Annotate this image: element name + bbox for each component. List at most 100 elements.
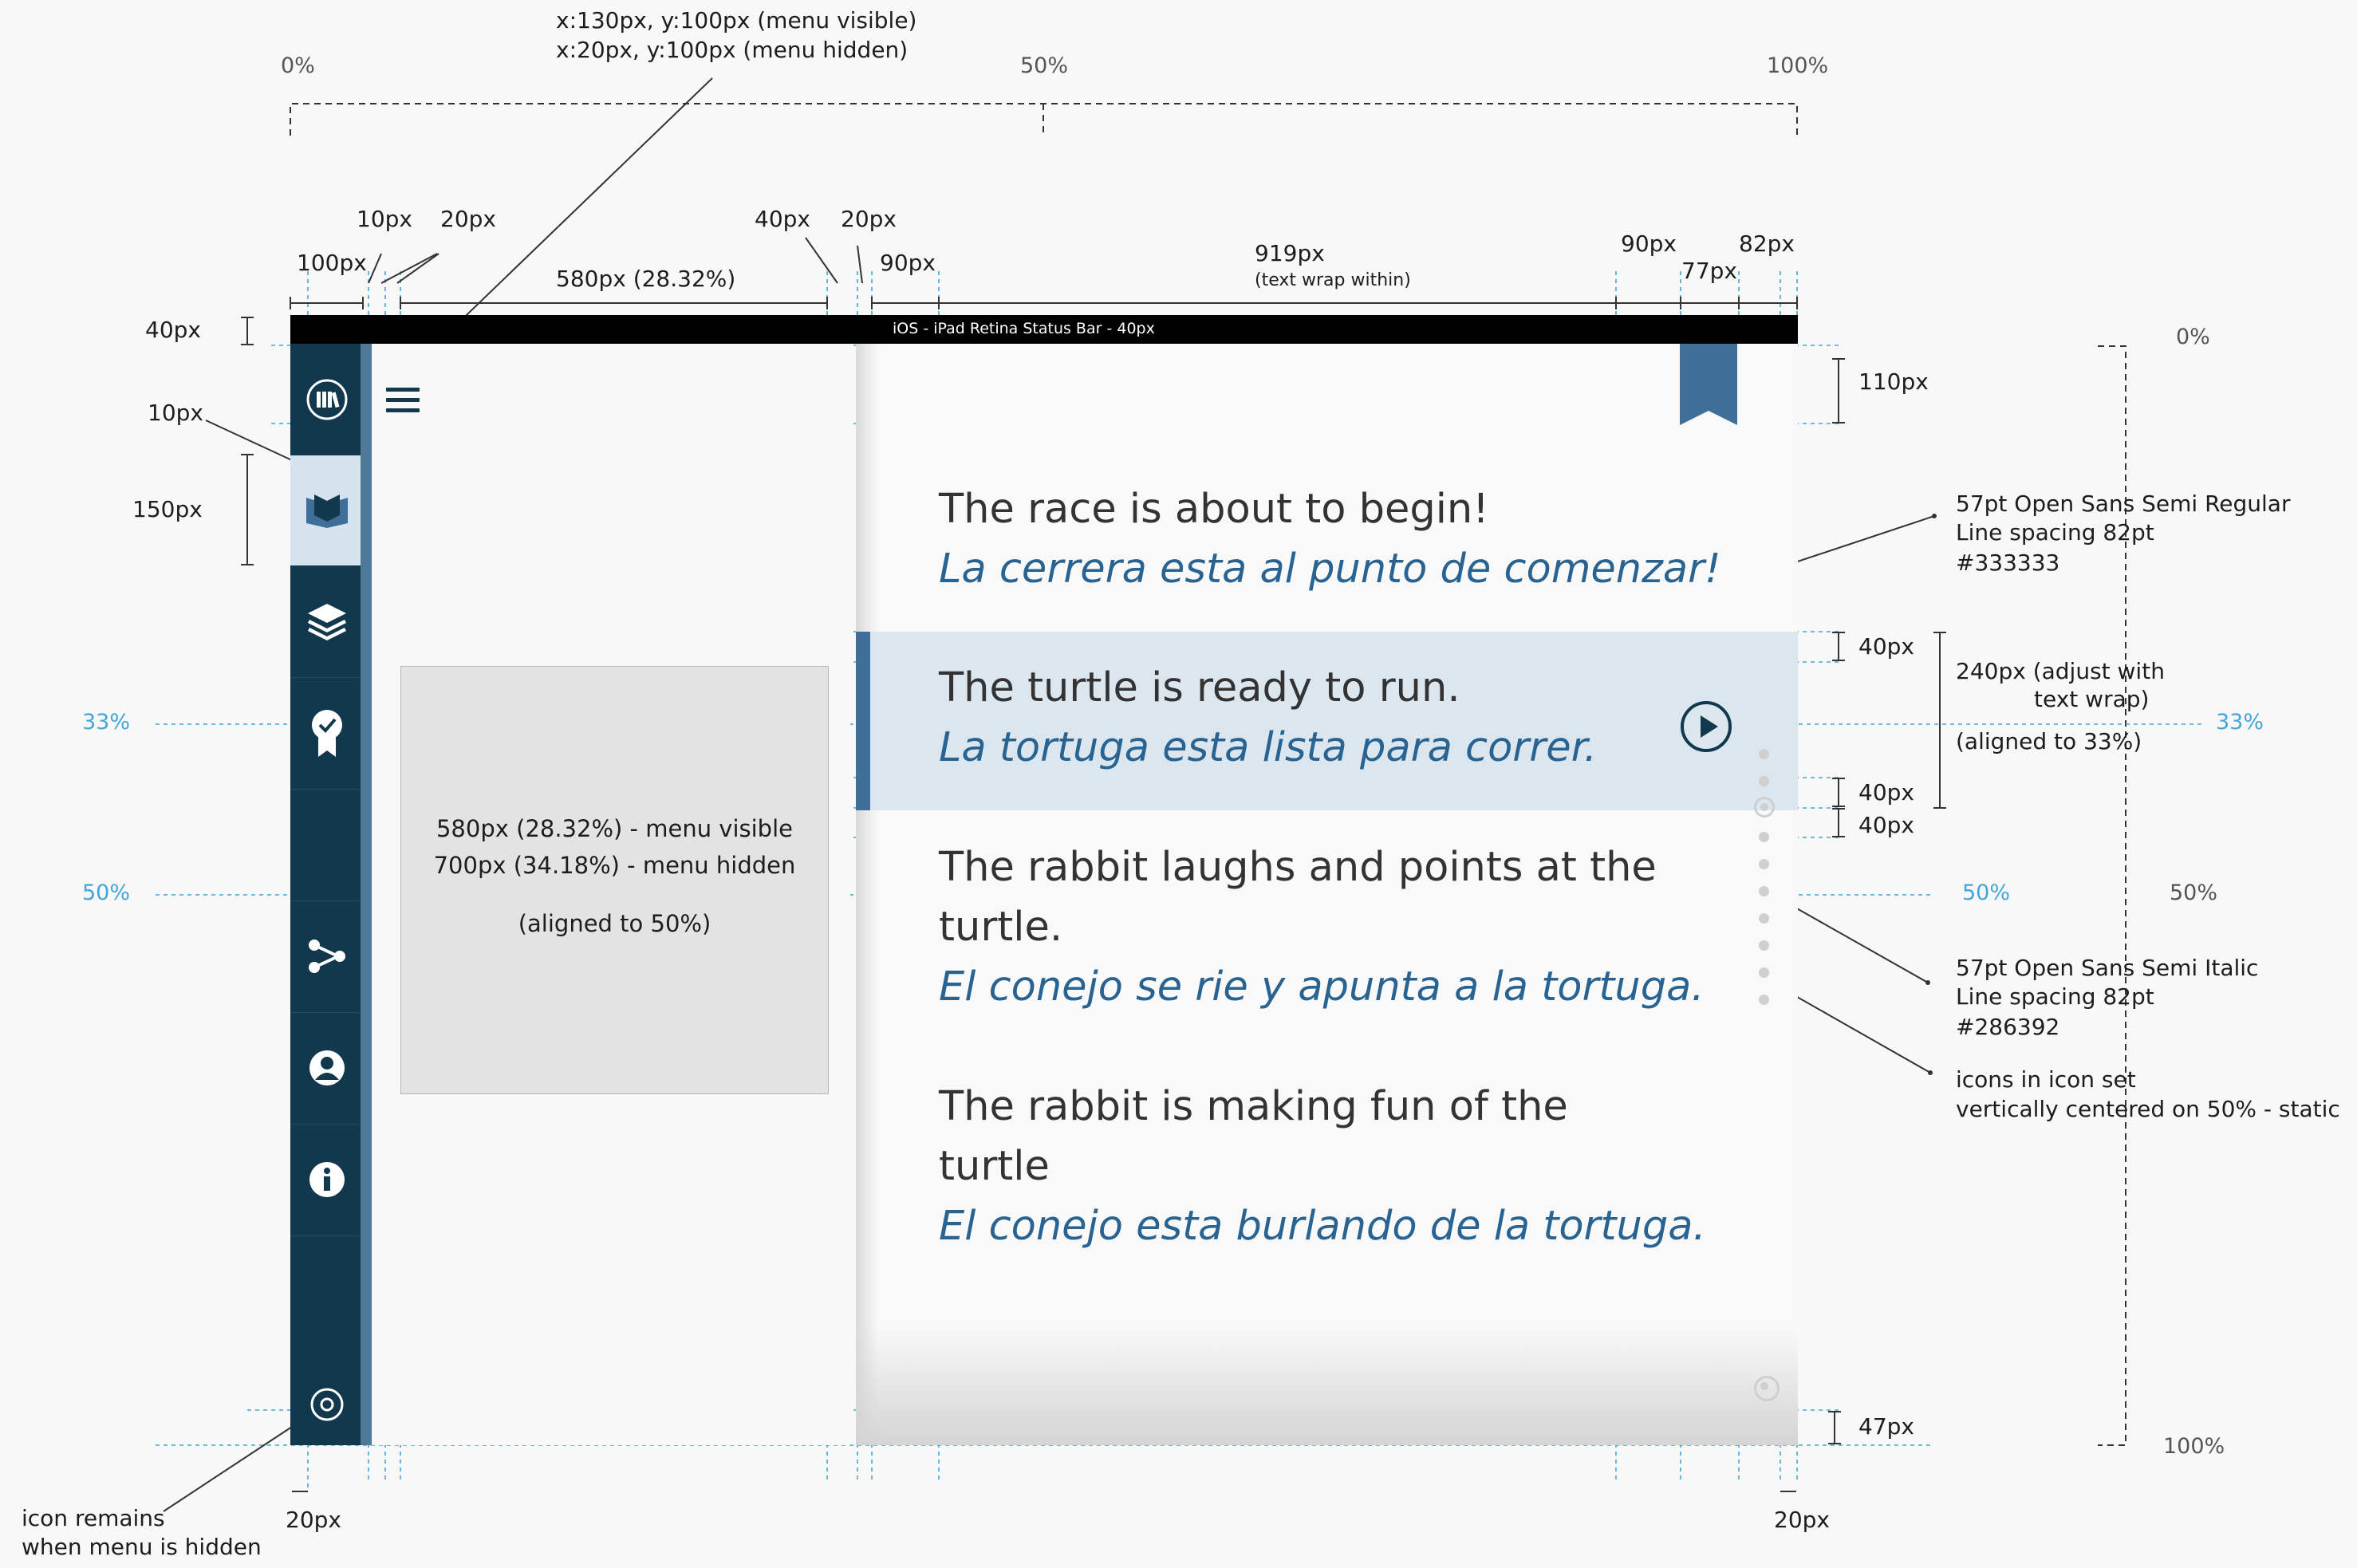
right-scale-100: 100%	[2163, 1434, 2225, 1459]
dim-82px: 82px	[1739, 230, 1795, 257]
page-dot[interactable]	[1759, 940, 1769, 951]
right-scale-0: 0%	[2176, 325, 2210, 349]
scale-50: 50%	[1020, 53, 1069, 78]
note-regular-color: #333333	[1956, 550, 2060, 576]
content-bottom-fade	[856, 1325, 1798, 1445]
note-icon-set-2: vertically centered on 50% - static	[1956, 1096, 2340, 1122]
note-regular-spacing: Line spacing 82pt	[1956, 519, 2154, 546]
placeholder-line-2: 700px (34.18%) - menu hidden	[433, 852, 796, 879]
sidebar-item-empty	[290, 789, 364, 901]
guide-33-right: 33%	[2216, 710, 2264, 735]
dim-40px-top: 40px	[755, 206, 810, 232]
image-placeholder: 580px (28.32%) - menu visible 700px (34.…	[400, 666, 829, 1094]
library-icon	[306, 379, 348, 420]
story-content: The race is about to begin! La cerrera e…	[856, 344, 1798, 1445]
page-dot[interactable]	[1759, 886, 1769, 896]
menu-pos-visible: x:130px, y:100px (menu visible)	[556, 7, 917, 33]
page-dot[interactable]	[1759, 776, 1769, 786]
highlight-indicator	[856, 632, 870, 810]
dim-110px: 110px	[1858, 368, 1929, 395]
sidebar-item-user[interactable]	[290, 1012, 364, 1125]
note-row-height-2: text wrap)	[2034, 686, 2150, 712]
dim-10px-left: 10px	[148, 400, 203, 426]
dim-150px-left: 150px	[132, 496, 203, 522]
dim-40px-row-bottom: 40px	[1858, 779, 1914, 806]
note-italic-font: 57pt Open Sans Semi Italic	[1956, 955, 2259, 981]
user-icon	[309, 1050, 345, 1085]
guide-50-right: 50%	[1962, 881, 2011, 905]
story-3-es: El conejo se rie y apunta a la tortuga.	[939, 963, 1705, 1011]
page-dot[interactable]	[1759, 995, 1769, 1005]
story-4-es: El conejo esta burlando de la tortuga.	[939, 1203, 1706, 1250]
dim-77px: 77px	[1681, 258, 1737, 284]
placeholder-line-1: 580px (28.32%) - menu visible	[436, 815, 793, 842]
story-1-es: La cerrera esta al punto de comenzar!	[939, 546, 1721, 593]
note-italic-color: #286392	[1956, 1014, 2060, 1040]
dim-40px-row-top: 40px	[1858, 633, 1914, 660]
story-4-en-2: turtle	[939, 1143, 1050, 1190]
dim-919px-note: (text wrap within)	[1255, 270, 1411, 290]
page-dot[interactable]	[1759, 749, 1769, 759]
dim-90px-left: 90px	[880, 250, 936, 276]
sidebar-item-layers[interactable]	[290, 565, 364, 678]
menu-pos-hidden: x:20px, y:100px (menu hidden)	[556, 37, 909, 63]
story-4-en-1: The rabbit is making fun of the	[939, 1083, 1568, 1130]
sidebar-item-share[interactable]	[290, 900, 364, 1013]
status-bar-label: iOS - iPad Retina Status Bar - 40px	[893, 320, 1155, 337]
dim-10px: 10px	[357, 206, 412, 232]
hamburger-menu-icon[interactable]	[386, 388, 420, 415]
share-icon	[309, 940, 345, 973]
book-icon	[306, 494, 348, 528]
sidebar	[290, 344, 369, 1445]
status-bar: iOS - iPad Retina Status Bar - 40px	[290, 315, 1798, 344]
story-3-en-1: The rabbit laughs and points at the	[939, 844, 1657, 891]
dim-40px-left: 40px	[145, 317, 201, 343]
dim-40px-gap: 40px	[1858, 812, 1914, 838]
sidebar-item-info[interactable]	[290, 1124, 364, 1236]
note-icon-set-1: icons in icon set	[1956, 1066, 2136, 1093]
placeholder-line-3: (aligned to 50%)	[518, 910, 711, 937]
story-3-en-2: turtle.	[939, 904, 1063, 951]
note-regular-font: 57pt Open Sans Semi Regular	[1956, 490, 2291, 517]
note-row-height-1: 240px (adjust with	[1956, 658, 2165, 684]
scale-0: 0%	[281, 53, 315, 78]
dim-90px-right: 90px	[1621, 230, 1677, 257]
sidebar-item-settings[interactable]	[290, 1365, 364, 1444]
sidebar-item-book-active[interactable]	[290, 455, 364, 565]
dim-100px: 100px	[297, 250, 367, 276]
page-dot[interactable]	[1759, 913, 1769, 924]
note-italic-spacing: Line spacing 82pt	[1956, 983, 2154, 1010]
guide-50-left: 50%	[82, 881, 131, 905]
dim-20px-bottom-right: 20px	[1774, 1507, 1830, 1533]
award-icon	[312, 710, 342, 757]
page-dot[interactable]	[1759, 967, 1769, 978]
note-row-height-3: (aligned to 33%)	[1956, 728, 2142, 754]
note-icon-remains-1: icon remains	[22, 1505, 165, 1531]
dim-20px-bottom-left: 20px	[286, 1507, 341, 1533]
page-dot[interactable]	[1759, 832, 1769, 842]
note-icon-remains-2: when menu is hidden	[22, 1534, 262, 1560]
dim-919px: 919px	[1255, 240, 1325, 266]
sidebar-item-award[interactable]	[290, 677, 364, 790]
dim-20px-top: 20px	[841, 206, 897, 232]
layers-icon	[308, 604, 346, 640]
info-icon	[309, 1162, 345, 1197]
sidebar-item-library[interactable]	[290, 344, 364, 456]
play-button[interactable]	[1681, 701, 1732, 752]
settings-icon	[310, 1388, 344, 1421]
dim-47px: 47px	[1858, 1413, 1914, 1440]
page-dot[interactable]	[1759, 859, 1769, 869]
sidebar-edge	[361, 344, 372, 1445]
content-shadow	[856, 344, 878, 1445]
guide-33-left: 33%	[82, 710, 131, 735]
bookmark-icon[interactable]	[1680, 344, 1737, 425]
right-scale-50: 50%	[2170, 881, 2218, 905]
dim-20px: 20px	[440, 206, 496, 232]
scale-100: 100%	[1767, 53, 1829, 78]
story-2-en: The turtle is ready to run.	[939, 664, 1460, 711]
story-2-es: La tortuga esta lista para correr.	[939, 724, 1598, 771]
story-1-en: The race is about to begin!	[939, 486, 1489, 533]
page-dot-current[interactable]	[1754, 797, 1775, 817]
page-indicator-bottom-icon	[1754, 1376, 1780, 1401]
dim-580px: 580px (28.32%)	[556, 266, 736, 292]
